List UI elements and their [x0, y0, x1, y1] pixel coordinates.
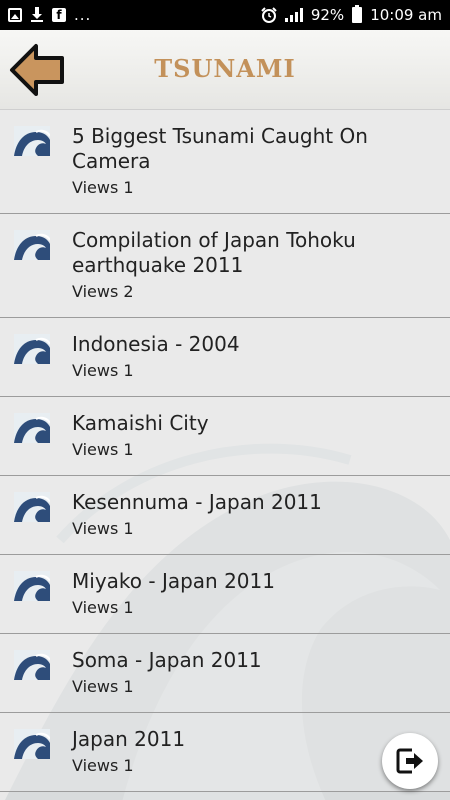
view-count: Views 1 — [72, 361, 134, 380]
wave-thumbnail-icon — [14, 334, 51, 364]
signal-icon — [284, 8, 303, 22]
list-item[interactable]: Indonesia - 2004 Views 1 — [0, 318, 450, 397]
page-title: TSUNAMI — [154, 54, 296, 83]
image-icon — [8, 8, 22, 22]
video-title: Miyako - Japan 2011 — [72, 569, 275, 593]
video-title: Kesennuma - Japan 2011 — [72, 490, 322, 514]
clock: 10:09 am — [370, 6, 442, 24]
wave-thumbnail-icon — [14, 230, 51, 260]
video-title: Compilation of Japan Tohoku earthquake 2… — [72, 228, 356, 277]
wave-thumbnail-icon — [14, 571, 51, 601]
wave-thumbnail-icon — [14, 413, 51, 443]
battery-icon — [352, 5, 363, 23]
video-title: Kamaishi City — [72, 411, 209, 435]
wave-thumbnail-icon — [14, 492, 51, 522]
list-item[interactable]: Kesennuma - Japan 2011 Views 1 — [0, 476, 450, 555]
view-count: Views 2 — [72, 282, 134, 301]
list-item[interactable]: Kamaishi City Views 1 — [0, 397, 450, 476]
list-item[interactable]: Miyako - Japan 2011 Views 1 — [0, 555, 450, 634]
video-list-area[interactable]: 5 Biggest Tsunami Caught On Camera Views … — [0, 110, 450, 800]
battery-percent: 92% — [310, 6, 345, 24]
status-bar: f ... 92% 10:09 am — [0, 0, 450, 30]
facebook-icon: f — [52, 8, 66, 22]
system-icons: 92% 10:09 am — [261, 5, 442, 24]
video-title: 5 Biggest Tsunami Caught On Camera — [72, 124, 368, 173]
exit-button[interactable] — [382, 733, 438, 789]
view-count: Views 1 — [72, 677, 134, 696]
video-list: 5 Biggest Tsunami Caught On Camera Views … — [0, 110, 450, 792]
exit-icon — [396, 748, 423, 774]
wave-thumbnail-icon — [14, 650, 51, 680]
view-count: Views 1 — [72, 178, 134, 197]
wave-thumbnail-icon — [14, 729, 51, 759]
list-item[interactable]: Soma - Japan 2011 Views 1 — [0, 634, 450, 713]
view-count: Views 1 — [72, 598, 134, 617]
more-notifications: ... — [74, 6, 92, 24]
view-count: Views 1 — [72, 440, 134, 459]
alarm-icon — [261, 7, 277, 23]
download-icon — [31, 7, 43, 22]
app-header: TSUNAMI — [0, 30, 450, 110]
list-item[interactable]: 5 Biggest Tsunami Caught On Camera Views … — [0, 110, 450, 214]
view-count: Views 1 — [72, 519, 134, 538]
video-title: Soma - Japan 2011 — [72, 648, 262, 672]
list-item[interactable]: Compilation of Japan Tohoku earthquake 2… — [0, 214, 450, 318]
wave-thumbnail-icon — [14, 126, 51, 156]
notification-icons: f ... — [8, 6, 91, 24]
video-title: Indonesia - 2004 — [72, 332, 240, 356]
